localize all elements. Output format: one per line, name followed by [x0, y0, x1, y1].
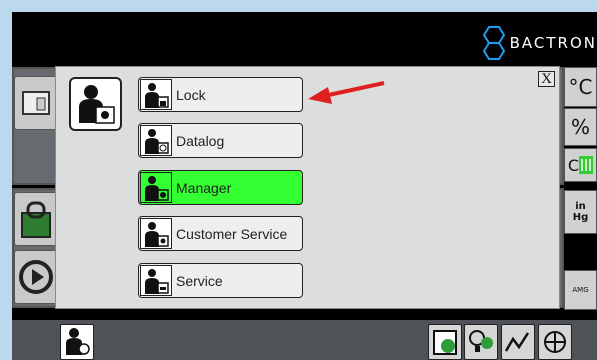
network-button[interactable] — [538, 324, 572, 360]
lock-label: Lock — [176, 86, 206, 103]
lock-icon — [140, 79, 172, 110]
customer-service-icon — [140, 218, 172, 249]
network-icon — [544, 331, 566, 353]
red-arrow-icon — [308, 81, 385, 104]
cycle-icon — [19, 260, 53, 294]
schedule-button[interactable] — [428, 324, 462, 360]
temperature-unit: °C — [564, 67, 597, 107]
service-icon — [140, 265, 172, 296]
hexagon-logo-icon — [482, 26, 505, 60]
datalog-button[interactable]: Datalog — [138, 123, 303, 158]
device-screen: BACTRON °C % C in Hg AMG X Lock Datalog … — [12, 12, 597, 360]
service-button[interactable]: Service — [138, 263, 303, 298]
graph-button[interactable] — [501, 324, 535, 360]
close-button[interactable]: X — [538, 71, 555, 87]
door-lock-icon — [21, 201, 51, 238]
heater-letter: C — [567, 155, 580, 175]
manager-button[interactable]: Manager — [138, 170, 303, 205]
customer-service-label: Customer Service — [176, 225, 288, 242]
graph-icon — [504, 332, 530, 352]
service-label: Service — [176, 272, 223, 289]
manager-label: Manager — [176, 179, 232, 196]
lighting-button[interactable] — [464, 324, 498, 360]
brand-logo: BACTRON — [482, 22, 597, 64]
amg-label: AMG — [572, 286, 589, 294]
brand-name: BACTRON — [509, 34, 597, 52]
customer-service-button[interactable]: Customer Service — [138, 216, 303, 251]
humidity-unit: % — [564, 108, 597, 146]
user-profile-icon — [78, 85, 115, 124]
lightbulb-icon — [469, 330, 493, 352]
cycle-button[interactable] — [14, 250, 58, 304]
heater-icon — [579, 156, 594, 174]
calendar-icon — [433, 330, 457, 355]
user-avatar — [69, 77, 122, 131]
pressure-unit: in Hg — [564, 190, 597, 234]
chamber-icon — [22, 91, 50, 115]
manager-icon — [140, 172, 172, 203]
user-status-button[interactable] — [60, 324, 94, 360]
chamber-button[interactable] — [14, 76, 58, 130]
datalog-icon — [140, 125, 172, 156]
datalog-label: Datalog — [176, 132, 225, 149]
user-status-icon — [66, 328, 90, 355]
lock-button[interactable]: Lock — [138, 77, 303, 112]
heater-indicator: C — [564, 148, 597, 182]
door-lock-button[interactable] — [14, 192, 58, 246]
amg-indicator: AMG — [564, 270, 597, 310]
